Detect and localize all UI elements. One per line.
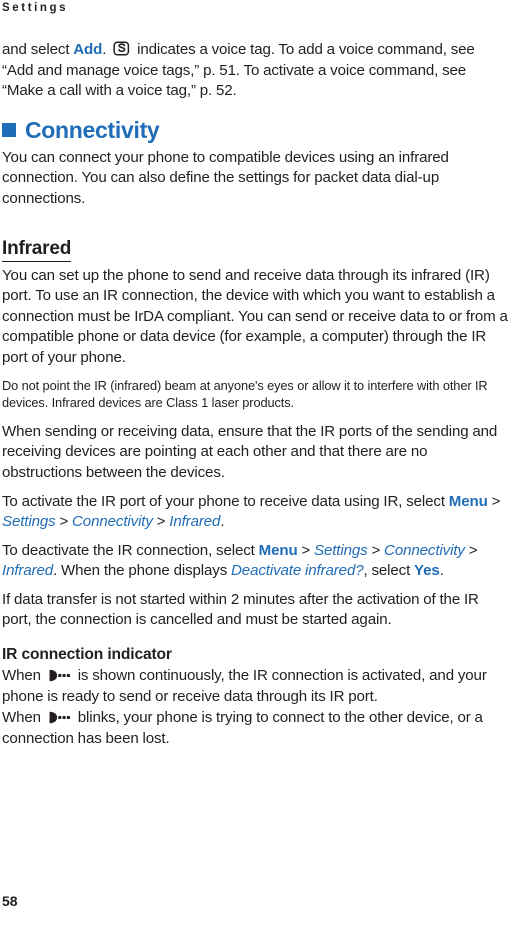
- paragraph-connectivity: You can connect your phone to compatible…: [2, 148, 449, 207]
- paragraph-voice-tag: and select Add. indicates a voice tag. T…: [2, 40, 508, 102]
- ui-term-add: Add: [73, 41, 103, 58]
- voice-tag-icon: [113, 40, 130, 57]
- path-separator: >: [367, 541, 385, 559]
- ir-steady-lead-text: When: [2, 667, 45, 685]
- ui-term-menu: Menu: [448, 492, 488, 510]
- voice-tag-after-add: .: [102, 41, 111, 58]
- path-separator: >: [464, 541, 478, 559]
- path-separator: >: [55, 513, 73, 531]
- page-content: and select Add. indicates a voice tag. T…: [2, 40, 508, 757]
- manual-page: Settings and select Add. indicates a voi…: [0, 0, 516, 925]
- paragraph-deactivate-ir: To deactivate the IR connection, select …: [2, 541, 508, 582]
- paragraph-ir-blinking: When blinks, your phone is trying to con…: [2, 708, 508, 749]
- activate-tail-text: .: [220, 513, 225, 531]
- ui-term-menu: Menu: [258, 541, 298, 559]
- path-separator: >: [297, 541, 315, 559]
- ui-term-infrared: Infrared: [2, 562, 54, 580]
- deactivate-lead-text: To deactivate the IR connection, select: [2, 541, 259, 559]
- deactivate-middle-text: . When the phone displays: [53, 562, 232, 580]
- running-header-title: Settings: [2, 2, 69, 14]
- ir-blink-tail-text: blinks, your phone is trying to connect …: [2, 709, 483, 747]
- heading-infrared: Infrared: [2, 238, 71, 262]
- deactivate-tail-text: .: [439, 562, 444, 580]
- ui-term-connectivity: Connectivity: [72, 513, 153, 531]
- note-laser-warning: Do not point the IR (infrared) beam at a…: [2, 377, 488, 411]
- heading-connectivity-text: Connectivity: [25, 116, 160, 143]
- path-separator: >: [487, 492, 501, 510]
- paragraph-infrared-intro: You can set up the phone to send and rec…: [2, 266, 508, 366]
- ir-steady-tail-text: is shown continuously, the IR connection…: [2, 667, 487, 705]
- square-bullet-icon: [2, 123, 16, 138]
- path-separator: >: [152, 513, 170, 531]
- page-number: 58: [2, 893, 18, 909]
- paragraph-activate-ir: To activate the IR port of your phone to…: [2, 492, 508, 533]
- ir-connection-icon: [49, 668, 71, 682]
- ui-prompt-deactivate-infrared: Deactivate infrared?: [231, 562, 364, 580]
- ui-term-settings: Settings: [314, 541, 368, 559]
- heading-connectivity: Connectivity: [2, 118, 508, 142]
- ir-blink-lead-text: When: [2, 709, 45, 727]
- heading-infrared-wrap: Infrared: [2, 218, 508, 266]
- activate-lead-text: To activate the IR port of your phone to…: [2, 492, 449, 510]
- ui-term-yes: Yes: [414, 562, 440, 580]
- ui-term-settings: Settings: [2, 513, 56, 531]
- paragraph-ir-steady: When is shown continuously, the IR conne…: [2, 666, 508, 707]
- paragraph-ir-timeout: If data transfer is not started within 2…: [2, 590, 479, 629]
- deactivate-before-yes-text: , select: [363, 562, 415, 580]
- ui-term-infrared: Infrared: [169, 513, 221, 531]
- ui-term-connectivity: Connectivity: [384, 541, 465, 559]
- paragraph-infrared-alignment: When sending or receiving data, ensure t…: [2, 422, 498, 481]
- heading-ir-connection-indicator: IR connection indicator: [2, 646, 172, 664]
- ir-connection-icon: [49, 710, 71, 724]
- voice-tag-lead-text: and select: [2, 41, 74, 58]
